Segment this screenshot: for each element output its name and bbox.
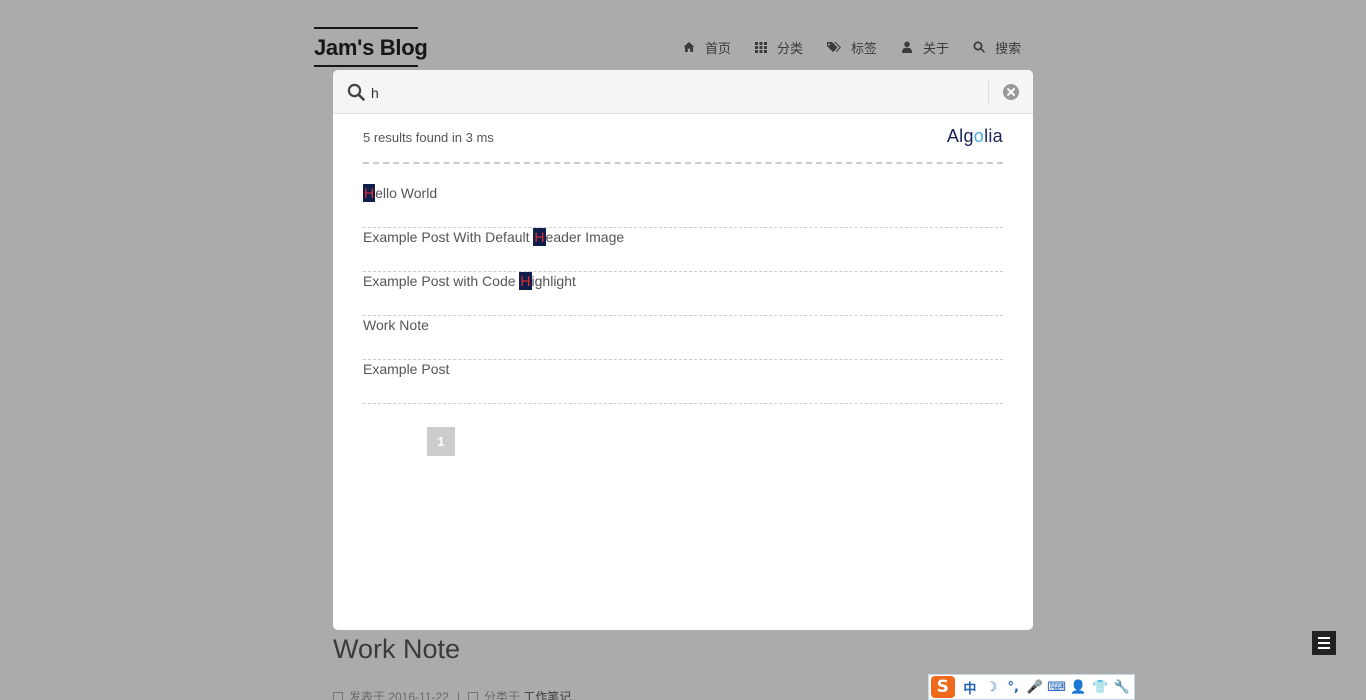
search-popup: 5 results found in 3 ms Algolia Hello Wo… xyxy=(333,70,1033,630)
search-results: Hello World Example Post With Default He… xyxy=(363,184,1003,404)
ime-logo[interactable]: S xyxy=(931,676,955,698)
punctuation-icon[interactable]: °, xyxy=(1004,677,1023,697)
search-result-item[interactable]: Work Note xyxy=(363,316,1003,360)
search-divider xyxy=(988,80,989,104)
search-input[interactable] xyxy=(371,80,971,106)
search-highlight: H xyxy=(363,184,376,202)
algolia-logo[interactable]: Algolia xyxy=(947,126,1003,147)
pagination: 1 xyxy=(427,427,455,456)
ime-chinese-mode[interactable]: 中 xyxy=(961,677,980,697)
wrench-icon[interactable]: 🔧 xyxy=(1112,677,1131,697)
page-button-current[interactable]: 1 xyxy=(427,427,455,456)
search-result-item[interactable]: Hello World xyxy=(363,184,1003,228)
search-stats-bar: 5 results found in 3 ms Algolia xyxy=(363,126,1003,164)
search-highlight: H xyxy=(519,272,532,290)
close-icon[interactable] xyxy=(1003,84,1019,100)
sidebar-toggle-button[interactable] xyxy=(1312,631,1336,655)
microphone-icon[interactable]: 🎤 xyxy=(1026,677,1045,697)
search-header xyxy=(333,70,1033,114)
search-result-title[interactable]: Example Post with Code Highlight xyxy=(363,272,576,290)
search-icon xyxy=(347,83,365,101)
keyboard-icon[interactable]: ⌨ xyxy=(1047,677,1066,697)
search-stats: 5 results found in 3 ms xyxy=(363,130,494,145)
search-result-item[interactable]: Example Post With Default Header Image xyxy=(363,228,1003,272)
moon-icon[interactable]: ☽ xyxy=(982,677,1001,697)
ime-toolbar: S 中 ☽ °, 🎤 ⌨ 👤 👕 🔧 xyxy=(928,674,1135,700)
search-result-item[interactable]: Example Post xyxy=(363,360,1003,404)
search-result-title[interactable]: Example Post With Default Header Image xyxy=(363,228,624,246)
menu-icon xyxy=(1318,637,1330,639)
shirt-icon[interactable]: 👕 xyxy=(1091,677,1110,697)
search-result-title[interactable]: Work Note xyxy=(363,316,429,334)
user-icon[interactable]: 👤 xyxy=(1069,677,1088,697)
search-result-item[interactable]: Example Post with Code Highlight xyxy=(363,272,1003,316)
search-highlight: H xyxy=(533,228,546,246)
search-result-title[interactable]: Example Post xyxy=(363,360,449,378)
search-result-title[interactable]: Hello World xyxy=(363,184,437,202)
